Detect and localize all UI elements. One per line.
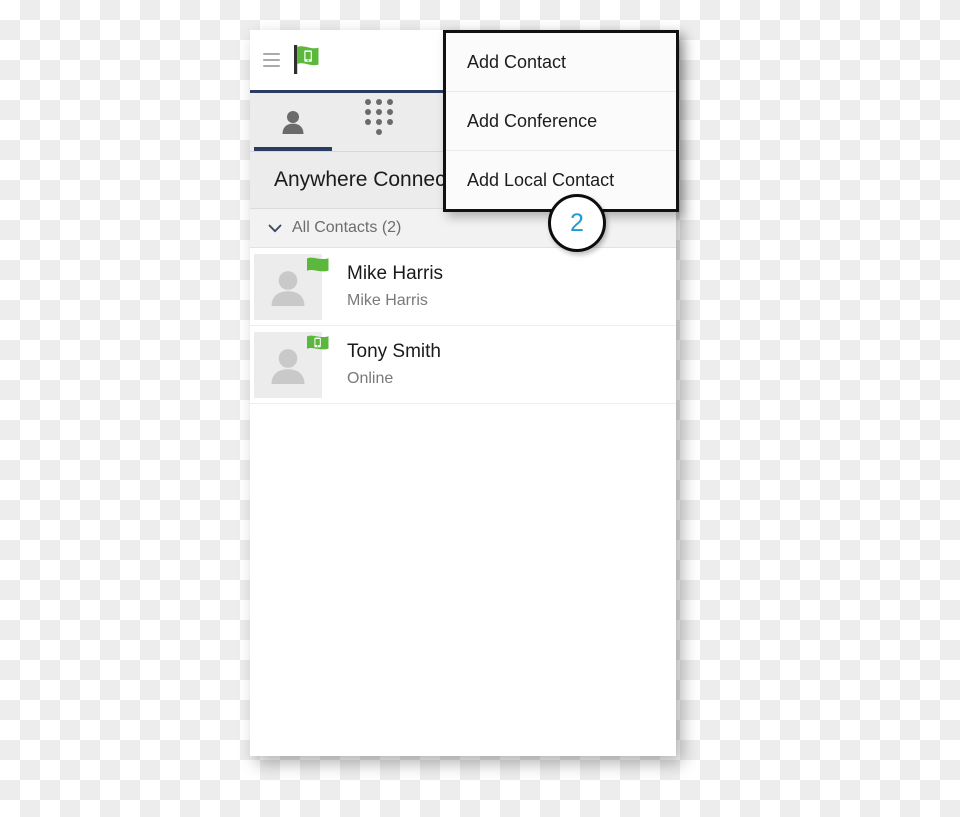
avatar-person-svg (271, 270, 305, 306)
account-name: Anywhere Connect (274, 168, 452, 191)
hamburger-icon[interactable] (257, 46, 285, 74)
contact-status: Online (347, 369, 394, 387)
chevron-down-icon (264, 217, 286, 239)
person-icon-svg (282, 111, 304, 134)
green-flag-svg (307, 257, 329, 271)
tab-contacts[interactable] (250, 93, 336, 151)
contacts-group-header[interactable]: All Contacts (2) (250, 209, 676, 248)
dialpad-dot (365, 118, 371, 125)
contact-text: Tony Smith Online (347, 339, 441, 390)
hamburger-line (262, 65, 280, 67)
contact-list: Mike Harris Mike Harris Tony Smith Onlin… (250, 248, 676, 404)
contact-status: Mike Harris (347, 291, 428, 309)
dialpad-dot (365, 108, 371, 115)
dialpad-dot (376, 98, 382, 105)
dialpad-dot (376, 108, 382, 115)
contact-name: Tony Smith (347, 341, 441, 363)
contact-row[interactable]: Tony Smith Online (250, 326, 676, 404)
tab-dialpad[interactable] (336, 93, 422, 151)
dialpad-icon (365, 98, 394, 146)
contacts-group-label: All Contacts (2) (292, 219, 402, 236)
contact-text: Mike Harris Mike Harris (347, 261, 443, 312)
contact-row[interactable]: Mike Harris Mike Harris (250, 248, 676, 326)
chevron-down-svg (268, 224, 282, 233)
hamburger-line (262, 59, 280, 61)
person-icon (279, 108, 307, 136)
green-flag-phone-icon (306, 333, 334, 357)
green-flag-phone-logo-icon (291, 41, 329, 79)
menu-item-add-contact[interactable]: Add Contact (446, 33, 676, 92)
dialpad-dot (376, 128, 382, 135)
dialpad-dots (365, 98, 394, 146)
dialpad-dot (365, 98, 371, 105)
green-flag-icon (306, 255, 334, 279)
dialpad-dot (387, 118, 393, 125)
step-callout-badge: 2 (548, 194, 606, 252)
green-flag-phone-svg (307, 335, 329, 349)
add-menu-dropdown: Add Contact Add Conference Add Local Con… (443, 30, 679, 212)
dialpad-dot (376, 118, 382, 125)
logo-svg (294, 45, 319, 74)
hamburger-line (262, 53, 280, 55)
avatar (254, 253, 329, 320)
contact-name: Mike Harris (347, 263, 444, 285)
dialpad-dot (387, 108, 393, 115)
dialpad-dot (387, 98, 393, 105)
step-number: 2 (570, 208, 584, 237)
screenshot-stage: Anywhere Connect All Contacts (2) Mike H… (0, 0, 960, 817)
avatar (254, 331, 329, 398)
avatar-person-svg (271, 348, 305, 384)
menu-item-add-conference[interactable]: Add Conference (446, 92, 676, 151)
